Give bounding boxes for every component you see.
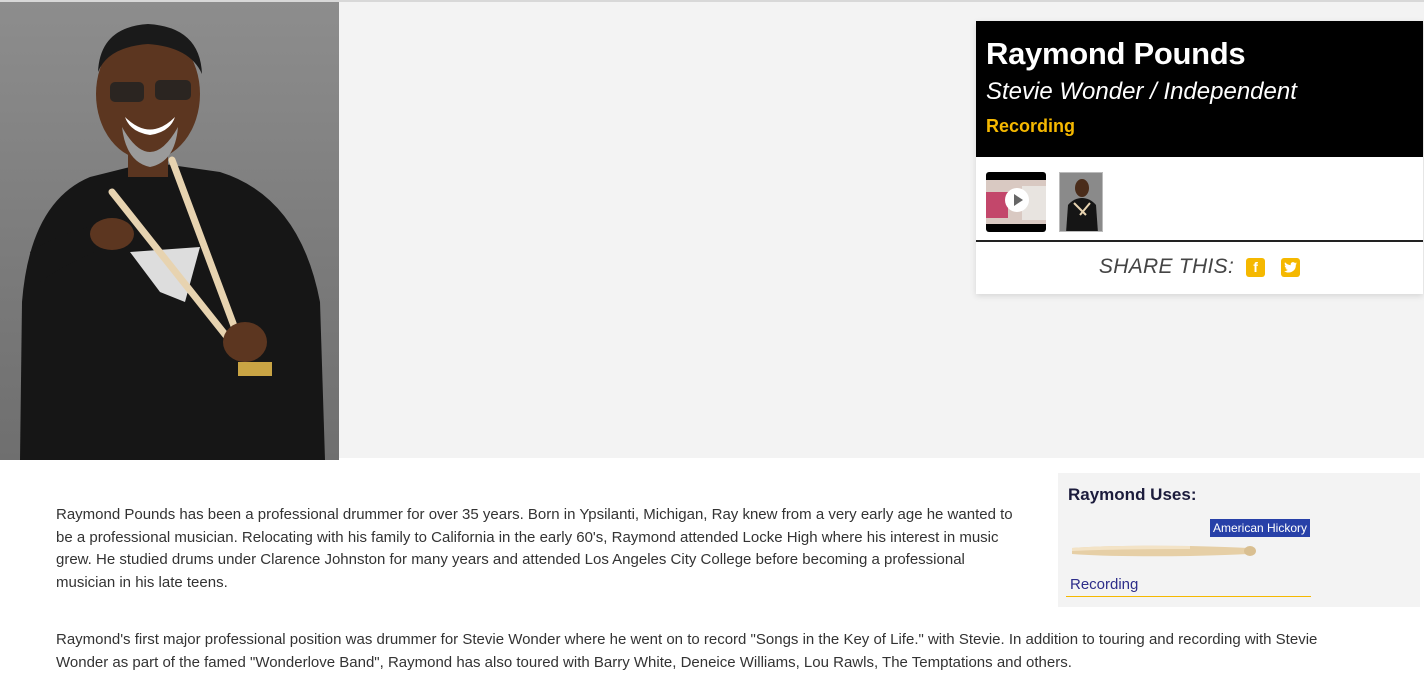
gear-category-link[interactable]: Recording: [1066, 574, 1311, 597]
photo-thumbnail[interactable]: [1059, 172, 1103, 232]
artist-photo: [0, 2, 339, 460]
gear-panel: Raymond Uses: American Hickory Recording: [1058, 473, 1420, 607]
artist-hero: Raymond Pounds Stevie Wonder / Independe…: [0, 0, 1424, 460]
artist-name: Raymond Pounds: [986, 36, 1246, 71]
share-label: SHARE THIS:: [1098, 255, 1235, 278]
artist-category: Recording: [986, 116, 1076, 136]
video-thumbnail[interactable]: [986, 172, 1046, 232]
artist-card: Raymond Pounds Stevie Wonder / Independe…: [976, 21, 1423, 294]
drumstick-image[interactable]: [1070, 539, 1258, 568]
bio-paragraph-2: Raymond's first major professional posit…: [56, 631, 1318, 671]
facebook-icon[interactable]: f: [1246, 257, 1266, 277]
play-icon[interactable]: [1005, 188, 1029, 212]
media-gallery: [976, 157, 1423, 242]
artist-band: Stevie Wonder / Independent: [986, 78, 1297, 105]
artist-card-header: Raymond Pounds Stevie Wonder / Independe…: [976, 21, 1423, 157]
gear-panel-title: Raymond Uses:: [1068, 485, 1197, 504]
twitter-icon[interactable]: [1281, 257, 1301, 277]
share-bar: SHARE THIS: f: [976, 242, 1423, 292]
wood-type-badge: American Hickory: [1210, 519, 1311, 537]
bio-paragraph-1: Raymond Pounds has been a professional d…: [56, 506, 1013, 591]
